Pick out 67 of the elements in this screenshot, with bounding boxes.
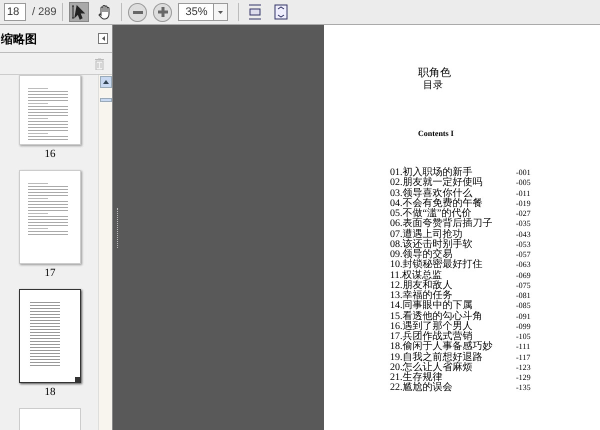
page-reference: -111: [516, 342, 530, 352]
page-reference: -005: [516, 178, 531, 188]
scroll-thumb[interactable]: [100, 98, 112, 102]
page-reference: -011: [516, 188, 530, 199]
contents-entry: 04.不会有免费的午餐: [390, 198, 484, 209]
contents-entry: 18.偷闲于人事备感巧妙: [390, 342, 494, 352]
scrollbar[interactable]: [98, 75, 112, 430]
contents-entry: 14.同事眼中的下属: [390, 301, 472, 312]
page-reference: -063: [516, 260, 531, 270]
contents-entry: 12.朋友和敌人: [390, 280, 454, 291]
zoom-field[interactable]: 35%: [178, 3, 214, 21]
zoom-dropdown-button[interactable]: [214, 3, 228, 21]
contents-entry: 16.遇到了那个男人: [390, 322, 474, 332]
page-reference: -085: [516, 301, 531, 312]
page-reference: -035: [516, 219, 531, 230]
contents-entry: 07.遭遇上司抢功: [390, 230, 462, 240]
page-reference: -053: [516, 240, 531, 250]
contents-entry: 02.朋友就一定好使吗: [390, 178, 484, 188]
page-number-label: 17: [44, 266, 56, 280]
contents-entry: 19.自我之前想好退路: [390, 352, 484, 363]
page-reference: -117: [516, 352, 530, 363]
page-reference: -043: [516, 230, 531, 240]
document-subtitle: 目录: [423, 80, 444, 92]
panel-title: 缩略图: [1, 30, 37, 48]
caret-icon: [102, 80, 108, 84]
fit-page-icon: [274, 4, 288, 20]
select-cursor-icon: [71, 4, 88, 20]
page-reference: -123: [516, 362, 531, 373]
page-reference: -099: [516, 322, 531, 332]
minus-icon: [132, 10, 143, 14]
caret-icon: [102, 36, 104, 41]
fit-width-icon: [248, 4, 262, 20]
page-reference: -057: [516, 250, 531, 260]
contents-entry: 22.尴尬的误会: [390, 383, 454, 394]
page-reference: -069: [516, 270, 531, 281]
page-reference: -019: [516, 198, 531, 209]
collapse-button[interactable]: [98, 33, 108, 44]
zoom-out-button[interactable]: [128, 2, 148, 22]
page-thumbnail[interactable]: [19, 289, 81, 383]
contents-entry: 06.表面夸赞背后插刀子: [390, 219, 494, 230]
tool-button[interactable]: [69, 2, 90, 22]
contents-heading: Contents I: [418, 128, 455, 140]
caret-icon: [218, 10, 224, 14]
scroll-up-button[interactable]: [100, 76, 112, 88]
contents-entry: 15.看透他的勾心斗角: [390, 312, 484, 322]
page-reference: -081: [516, 291, 531, 302]
page-number-label: 16: [44, 147, 56, 161]
zoom-in-button[interactable]: [153, 2, 172, 22]
document-title: 职角色: [418, 67, 452, 80]
contents-entry: 08.该还击时别手软: [390, 240, 474, 250]
page-reference: -129: [516, 373, 531, 384]
page-reference: -075: [516, 280, 531, 291]
page-number-field[interactable]: 18: [4, 3, 26, 21]
page-count-label: / 289: [32, 4, 56, 20]
contents-entry: 10.封锁秘密最好打住: [390, 260, 484, 270]
page-reference: -105: [516, 332, 531, 342]
page-reference: -091: [516, 312, 531, 322]
plus-icon: [158, 7, 168, 17]
page-reference: -001: [516, 168, 531, 178]
splitter-handle[interactable]: [117, 208, 119, 248]
contents-entry: 20.怎么让人省麻烦: [390, 362, 474, 373]
selection-corner-icon: [75, 377, 80, 382]
page-reference: -027: [516, 209, 531, 220]
contents-entry: 11.权谋总监: [390, 270, 442, 281]
page-reference: -135: [516, 383, 531, 394]
page-number-label: 18: [44, 385, 56, 399]
contents-entry: 03.领导喜欢你什么: [390, 188, 472, 199]
